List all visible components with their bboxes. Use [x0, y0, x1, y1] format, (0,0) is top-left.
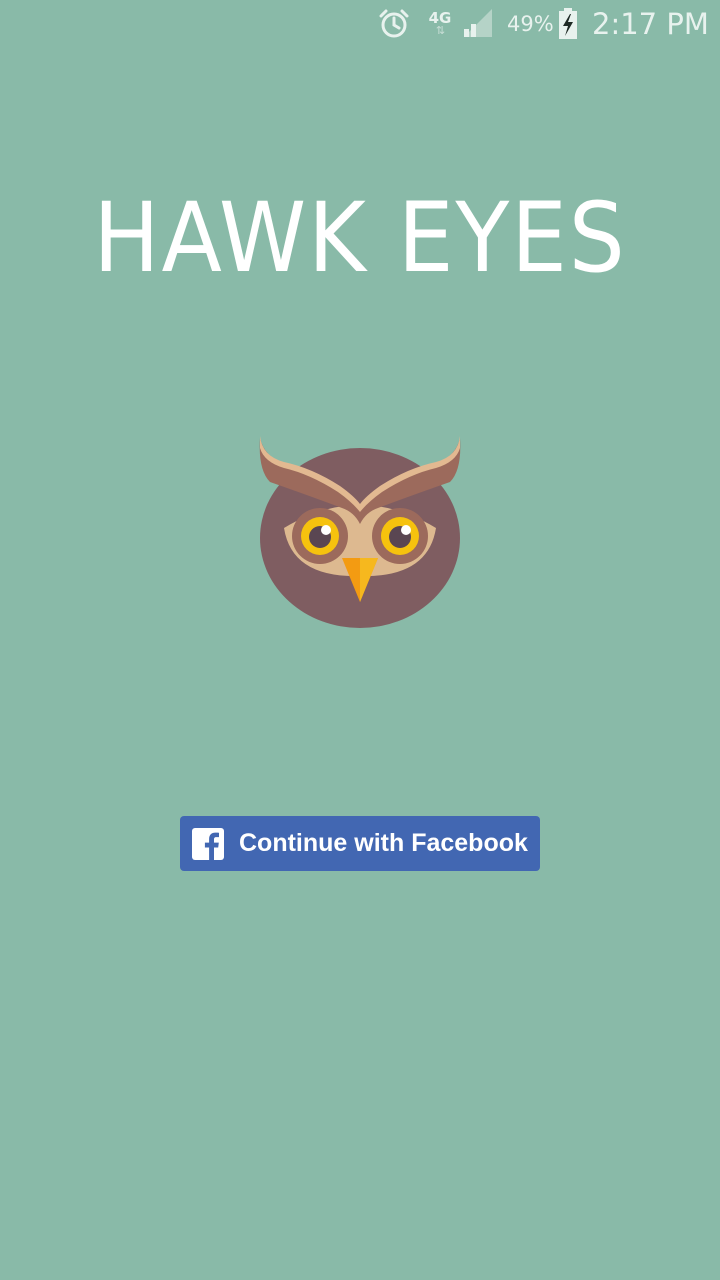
continue-with-facebook-button[interactable]: Continue with Facebook — [180, 816, 540, 871]
status-clock: 2:17 PM — [592, 7, 709, 41]
network-type-label: 4G — [428, 9, 452, 27]
owl-icon — [250, 426, 470, 638]
facebook-button-label: Continue with Facebook — [239, 829, 528, 857]
signal-icon — [462, 0, 496, 48]
facebook-icon — [192, 827, 224, 860]
app-title-container: HAWK EYES — [0, 178, 720, 298]
network-type-indicator: 4G ⇅ — [424, 0, 456, 48]
network-activity-icon: ⇅ — [435, 25, 445, 37]
app-title: HAWK EYES — [93, 182, 627, 294]
status-bar: 4G ⇅ 49% 2:17 PM — [0, 0, 720, 48]
battery-charging-icon — [558, 0, 580, 48]
battery-percent: 49% — [507, 12, 554, 36]
alarm-icon — [378, 0, 412, 48]
